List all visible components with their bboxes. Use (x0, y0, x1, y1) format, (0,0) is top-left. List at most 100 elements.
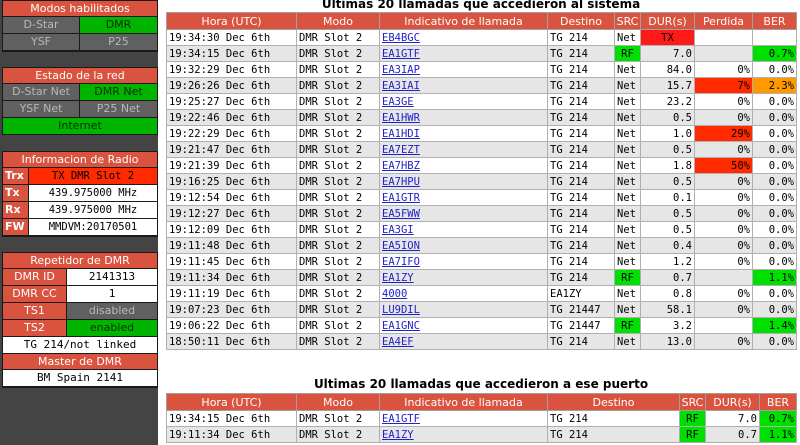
callsign-link[interactable]: EA7HBZ (379, 157, 548, 174)
mode-cell: DMR Slot 2 (296, 253, 380, 270)
column-header: Destino (547, 393, 680, 411)
callsign-link[interactable]: EA1ZY (379, 269, 548, 286)
radio-val-trx: TX DMR Slot 2 (29, 168, 157, 185)
table-row: 19:11:19 Dec 6th DMR Slot 2 4000 EA1ZY Net 0.… (166, 285, 797, 302)
table-row: 19:26:26 Dec 6th DMR Slot 2 EA3IAI TG 214 Ne… (166, 77, 797, 94)
callsign-link[interactable]: EB4BGC (379, 29, 548, 46)
callsign-link[interactable]: LU9DIL (379, 301, 548, 318)
duration-cell: 1.8 (640, 157, 695, 174)
column-header: Hora (UTC) (166, 12, 297, 30)
sidebar: Modos habilitados D-Star DMR YSF P25 Est… (0, 0, 158, 445)
callsign-link[interactable]: EA3GE (379, 93, 548, 110)
mode-cell: DMR Slot 2 (296, 77, 380, 94)
mode-cell: DMR Slot 2 (296, 61, 380, 78)
callsign-link[interactable]: EA3GI (379, 221, 548, 238)
ber-cell: 1.1% (759, 426, 797, 443)
src-cell: Net (614, 253, 641, 270)
destination-cell: TG 214 (547, 426, 680, 443)
callsign-link[interactable]: EA1GTR (379, 189, 548, 206)
src-cell: RF (679, 410, 706, 427)
time-cell: 19:16:25 Dec 6th (166, 173, 297, 190)
loss-cell: 29% (694, 125, 753, 142)
column-header: SRC (614, 12, 641, 30)
callsign-link[interactable]: EA5FWW (379, 205, 548, 222)
ber-cell: 0.0% (752, 285, 797, 302)
loss-cell (694, 29, 753, 46)
callsign-link[interactable]: EA1GTF (379, 45, 548, 62)
port-calls-table: Hora (UTC) Modo Indicativo de llamada Desti… (166, 393, 797, 443)
table-row: 19:16:25 Dec 6th DMR Slot 2 EA7HPU TG 214 Ne… (166, 173, 797, 190)
column-header: Destino (547, 12, 615, 30)
ber-cell: 0.0% (752, 93, 797, 110)
loss-cell: 0% (694, 301, 753, 318)
time-cell: 18:50:11 Dec 6th (166, 333, 297, 350)
table-row: 19:34:15 Dec 6th DMR Slot 2 EA1GTF TG 214 RF… (166, 410, 797, 427)
duration-cell: TX (640, 29, 695, 46)
table-row: 19:34:15 Dec 6th DMR Slot 2 EA1GTF TG 214 RF… (166, 45, 797, 62)
destination-cell: TG 214 (547, 61, 615, 78)
callsign-link[interactable]: EA3IAI (379, 77, 548, 94)
callsign-link[interactable]: EA7IFO (379, 253, 548, 270)
time-cell: 19:11:34 Dec 6th (166, 269, 297, 286)
duration-cell: 15.7 (640, 77, 695, 94)
rep-val-ts2: enabled (67, 320, 157, 337)
duration-cell: 1.2 (640, 253, 695, 270)
master-title: Master de DMR (3, 354, 157, 370)
duration-cell: 0.4 (640, 237, 695, 254)
callsign-link[interactable]: EA1HDI (379, 125, 548, 142)
callsign-link[interactable]: EA3IAP (379, 61, 548, 78)
time-cell: 19:21:39 Dec 6th (166, 157, 297, 174)
radio-key-tx: Tx (3, 185, 29, 202)
src-cell: Net (614, 221, 641, 238)
time-cell: 19:11:19 Dec 6th (166, 285, 297, 302)
time-cell: 19:12:54 Dec 6th (166, 189, 297, 206)
src-cell: Net (614, 61, 641, 78)
rep-val-dmrid: 2141313 (67, 269, 157, 286)
table-row: 19:21:39 Dec 6th DMR Slot 2 EA7HBZ TG 214 Ne… (166, 157, 797, 174)
mode-cell: DMR Slot 2 (296, 173, 380, 190)
callsign-link[interactable]: EA7HPU (379, 173, 548, 190)
src-cell: Net (614, 285, 641, 302)
mode-cell: DMR Slot 2 (296, 301, 380, 318)
time-cell: 19:34:15 Dec 6th (166, 410, 297, 427)
callsign-link[interactable]: EA4EF (379, 333, 548, 350)
mode-cell: DMR Slot 2 (296, 426, 380, 443)
callsign-link[interactable]: EA5ION (379, 237, 548, 254)
mode-cell: DMR Slot 2 (296, 93, 380, 110)
rep-val-dmrcc: 1 (67, 286, 157, 303)
ber-cell: 0.0% (752, 301, 797, 318)
repeater-panel: Repetidor de DMR DMR ID 2141313 DMR CC 1… (2, 252, 158, 388)
destination-cell: TG 214 (547, 221, 615, 238)
table-row: 19:21:47 Dec 6th DMR Slot 2 EA7EZT TG 214 Ne… (166, 141, 797, 158)
src-cell: Net (614, 125, 641, 142)
destination-cell: TG 214 (547, 77, 615, 94)
time-cell: 19:34:30 Dec 6th (166, 29, 297, 46)
duration-cell: 0.5 (640, 205, 695, 222)
table-row: 19:11:45 Dec 6th DMR Slot 2 EA7IFO TG 214 Ne… (166, 253, 797, 270)
callsign-link[interactable]: EA1ZY (379, 426, 548, 443)
src-cell: Net (614, 189, 641, 206)
loss-cell (694, 317, 753, 334)
table-row: 19:22:29 Dec 6th DMR Slot 2 EA1HDI TG 214 Ne… (166, 125, 797, 142)
callsign-link[interactable]: EA1GNC (379, 317, 548, 334)
callsign-link[interactable]: EA1GTF (379, 410, 548, 427)
ber-cell: 0.0% (752, 173, 797, 190)
column-header: Hora (UTC) (166, 393, 297, 411)
table-row: 19:12:27 Dec 6th DMR Slot 2 EA5FWW TG 214 Ne… (166, 205, 797, 222)
loss-cell (694, 269, 753, 286)
destination-cell: TG 214 (547, 173, 615, 190)
mode-cell: DMR Slot 2 (296, 125, 380, 142)
master-value: BM Spain 2141 (3, 370, 157, 387)
ber-cell: 2.3% (752, 77, 797, 94)
mode-cell: DMR Slot 2 (296, 189, 380, 206)
destination-cell: TG 214 (547, 269, 615, 286)
rep-key-ts1: TS1 (3, 303, 67, 320)
time-cell: 19:11:48 Dec 6th (166, 237, 297, 254)
duration-cell: 0.5 (640, 221, 695, 238)
destination-cell: TG 214 (547, 333, 615, 350)
rep-key-dmrcc: DMR CC (3, 286, 67, 303)
callsign-link[interactable]: EA1HWR (379, 109, 548, 126)
mode-cell: DMR Slot 2 (296, 237, 380, 254)
callsign-link[interactable]: 4000 (379, 285, 548, 302)
callsign-link[interactable]: EA7EZT (379, 141, 548, 158)
